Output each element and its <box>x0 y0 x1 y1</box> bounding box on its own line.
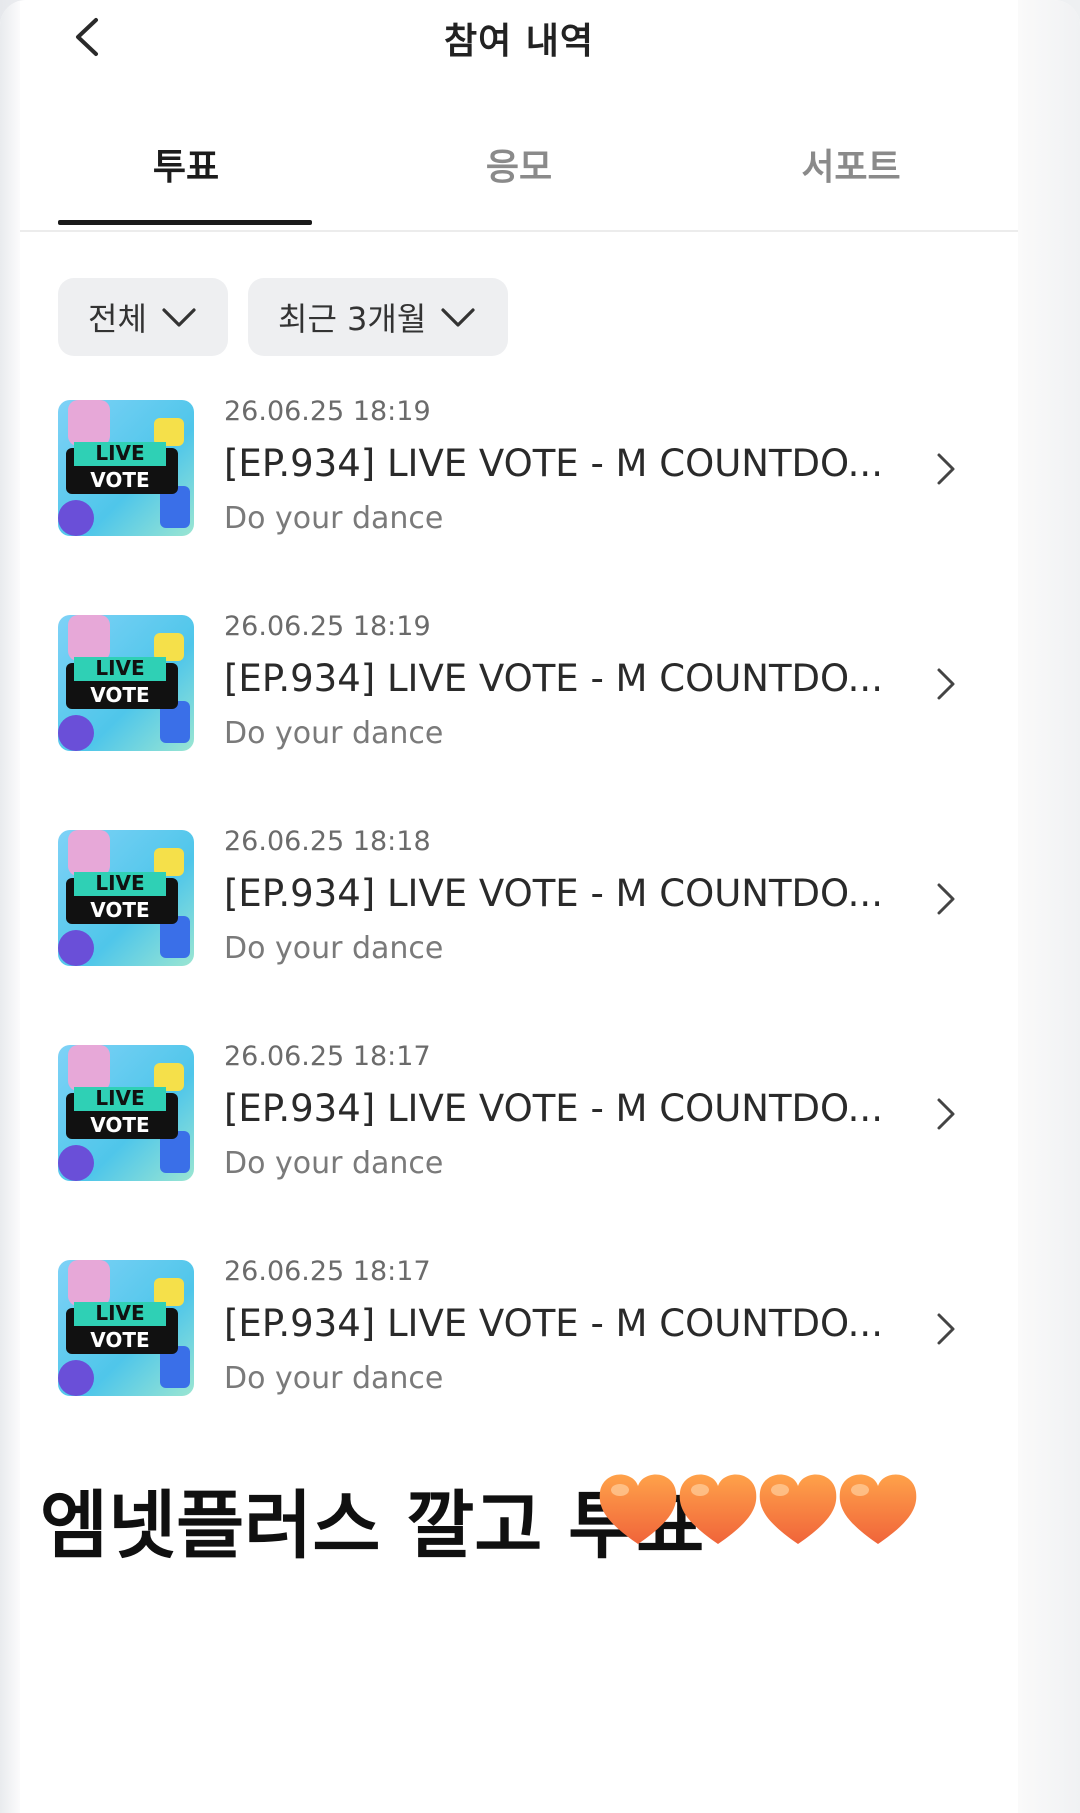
list-item[interactable]: LIVE VOTE 26.06.25 18:17 [EP.934] LIVE V… <box>58 1256 978 1406</box>
thumbnail-vote-text: VOTE <box>90 898 149 922</box>
thumbnail-live-text: LIVE <box>95 871 144 895</box>
event-thumbnail: LIVE VOTE <box>58 400 194 536</box>
tab-bar: 투표 응모 서포트 <box>20 120 1018 232</box>
event-thumbnail: LIVE VOTE <box>58 1045 194 1181</box>
item-subtitle: Do your dance <box>224 1146 444 1181</box>
thumbnail-vote-text: VOTE <box>90 1328 149 1352</box>
tab-vote[interactable]: 투표 <box>56 138 316 190</box>
tab-entry[interactable]: 응모 <box>389 138 649 190</box>
chevron-down-icon <box>162 308 196 327</box>
app-screen: 참여 내역 투표 응모 서포트 전체 최근 3개월 LIVE VOTE 26.0… <box>0 0 1080 1813</box>
thumbnail-live-text: LIVE <box>95 441 144 465</box>
orange-heart-icon <box>599 1474 677 1544</box>
item-title: [EP.934] LIVE VOTE - M COUNTDO... <box>224 1087 883 1130</box>
item-subtitle: Do your dance <box>224 716 444 751</box>
category-filter-button[interactable]: 전체 <box>58 278 228 356</box>
tab-indicator <box>58 220 312 225</box>
page-title: 참여 내역 <box>443 21 594 62</box>
chevron-right-icon <box>937 668 955 700</box>
right-edge <box>1018 0 1080 1813</box>
orange-heart-icon <box>839 1474 917 1544</box>
list-item[interactable]: LIVE VOTE 26.06.25 18:17 [EP.934] LIVE V… <box>58 1041 978 1191</box>
event-thumbnail: LIVE VOTE <box>58 830 194 966</box>
thumbnail-vote-text: VOTE <box>90 468 149 492</box>
thumbnail-live-text: LIVE <box>95 1086 144 1110</box>
event-thumbnail: LIVE VOTE <box>58 615 194 751</box>
item-subtitle: Do your dance <box>224 1361 444 1396</box>
item-title: [EP.934] LIVE VOTE - M COUNTDO... <box>224 657 883 700</box>
thumbnail-live-text: LIVE <box>95 1301 144 1325</box>
orange-heart-icon <box>759 1474 837 1544</box>
item-title: [EP.934] LIVE VOTE - M COUNTDO... <box>224 442 883 485</box>
item-title: [EP.934] LIVE VOTE - M COUNTDO... <box>224 872 883 915</box>
item-date: 26.06.25 18:17 <box>224 1041 431 1072</box>
left-edge <box>0 0 20 1813</box>
item-subtitle: Do your dance <box>224 501 444 536</box>
period-filter-button[interactable]: 최근 3개월 <box>248 278 508 356</box>
list-item[interactable]: LIVE VOTE 26.06.25 18:18 [EP.934] LIVE V… <box>58 826 978 976</box>
item-date: 26.06.25 18:19 <box>224 396 431 427</box>
orange-heart-icon <box>679 1474 757 1544</box>
item-date: 26.06.25 18:19 <box>224 611 431 642</box>
item-subtitle: Do your dance <box>224 931 444 966</box>
chevron-down-icon <box>441 308 475 327</box>
chevron-right-icon <box>937 453 955 485</box>
period-filter-label: 최근 3개월 <box>278 300 427 338</box>
item-date: 26.06.25 18:17 <box>224 1256 431 1287</box>
chevron-right-icon <box>937 1098 955 1130</box>
thumbnail-live-text: LIVE <box>95 656 144 680</box>
tab-support[interactable]: 서포트 <box>721 138 981 190</box>
thumbnail-vote-text: VOTE <box>90 1113 149 1137</box>
thumbnail-vote-text: VOTE <box>90 683 149 707</box>
event-thumbnail: LIVE VOTE <box>58 1260 194 1396</box>
chevron-right-icon <box>937 883 955 915</box>
list-item[interactable]: LIVE VOTE 26.06.25 18:19 [EP.934] LIVE V… <box>58 396 978 546</box>
item-date: 26.06.25 18:18 <box>224 826 431 857</box>
header: 참여 내역 <box>20 0 1018 80</box>
item-title: [EP.934] LIVE VOTE - M COUNTDO... <box>224 1302 883 1345</box>
category-filter-label: 전체 <box>88 300 147 338</box>
list-item[interactable]: LIVE VOTE 26.06.25 18:19 [EP.934] LIVE V… <box>58 611 978 761</box>
chevron-right-icon <box>937 1313 955 1345</box>
